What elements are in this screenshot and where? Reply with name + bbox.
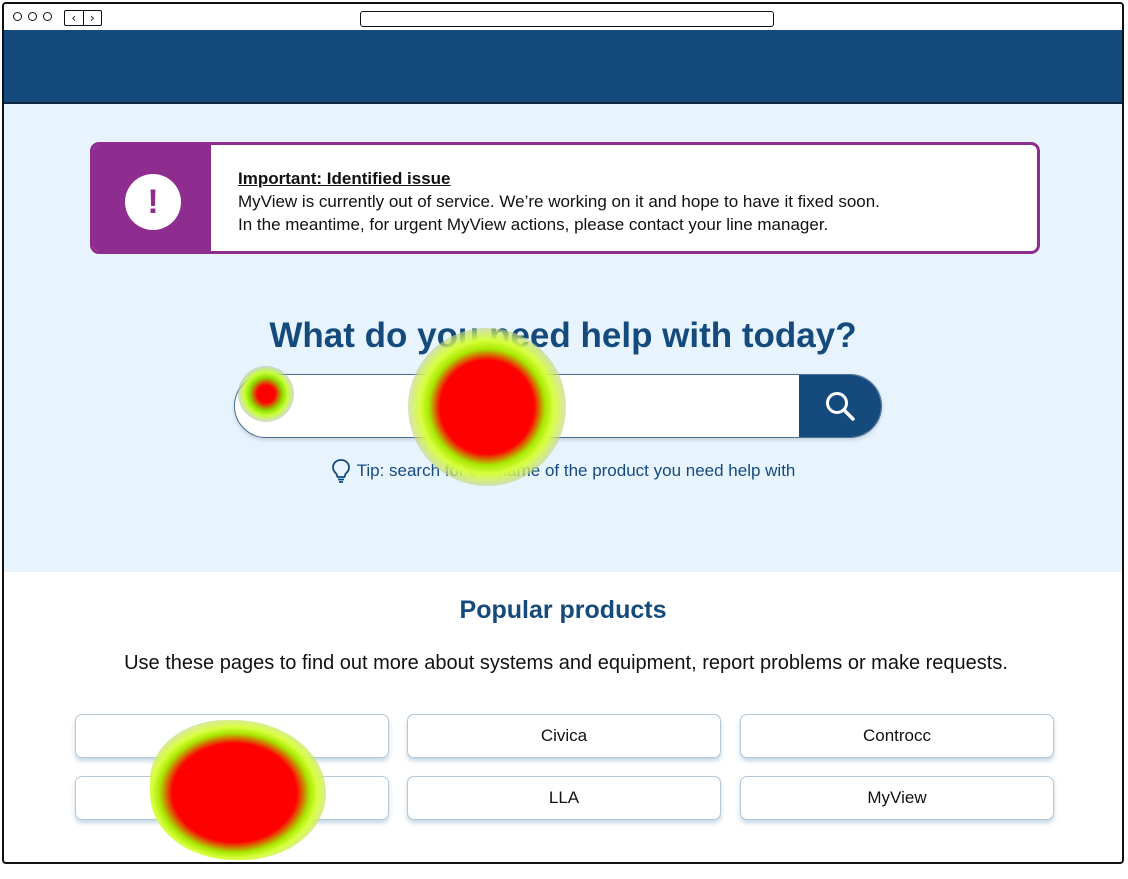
window-dot-icon[interactable] <box>28 12 37 21</box>
popular-products-description: Use these pages to find out more about s… <box>124 652 1008 674</box>
address-bar[interactable] <box>360 11 774 27</box>
back-icon[interactable]: ‹ <box>65 11 83 25</box>
search-bar <box>234 374 882 438</box>
search-tip: Tip: search for the name of the product … <box>4 458 1122 484</box>
product-button-lla[interactable]: LLA <box>407 776 721 820</box>
search-icon <box>826 392 855 421</box>
alert-line: MyView is currently out of service. We’r… <box>238 192 880 211</box>
alert-line: In the meantime, for urgent MyView actio… <box>238 215 829 234</box>
service-alert: ! Important: Identified issue MyView is … <box>90 142 1040 254</box>
alert-message: Important: Identified issue MyView is cu… <box>238 167 880 236</box>
site-header <box>4 30 1122 104</box>
alert-title[interactable]: Important: Identified issue <box>238 167 880 190</box>
browser-nav-buttons: ‹ › <box>64 10 102 26</box>
product-button-outlook[interactable]: Outlook <box>75 714 389 758</box>
lightbulb-icon <box>331 458 351 484</box>
hero-section: ! Important: Identified issue MyView is … <box>4 104 1122 572</box>
popular-products-title: Popular products <box>459 596 667 624</box>
window-dot-icon[interactable] <box>43 12 52 21</box>
browser-chrome: ‹ › <box>4 4 1122 30</box>
browser-window: ‹ › ! Important: Identified issue MyView… <box>2 2 1124 864</box>
tip-text: Tip: search for the name of the product … <box>356 461 796 480</box>
alert-icon-panel: ! <box>93 145 211 251</box>
product-button[interactable] <box>75 776 389 820</box>
window-dot-icon[interactable] <box>13 12 22 21</box>
product-button-controcc[interactable]: Controcc <box>740 714 1054 758</box>
product-button-civica[interactable]: Civica <box>407 714 721 758</box>
search-input[interactable] <box>265 375 789 437</box>
product-button-myview[interactable]: MyView <box>740 776 1054 820</box>
exclamation-icon: ! <box>125 174 181 230</box>
forward-icon[interactable]: › <box>82 11 102 25</box>
page-headline: What do you need help with today? <box>269 316 857 355</box>
search-button[interactable] <box>799 375 881 437</box>
